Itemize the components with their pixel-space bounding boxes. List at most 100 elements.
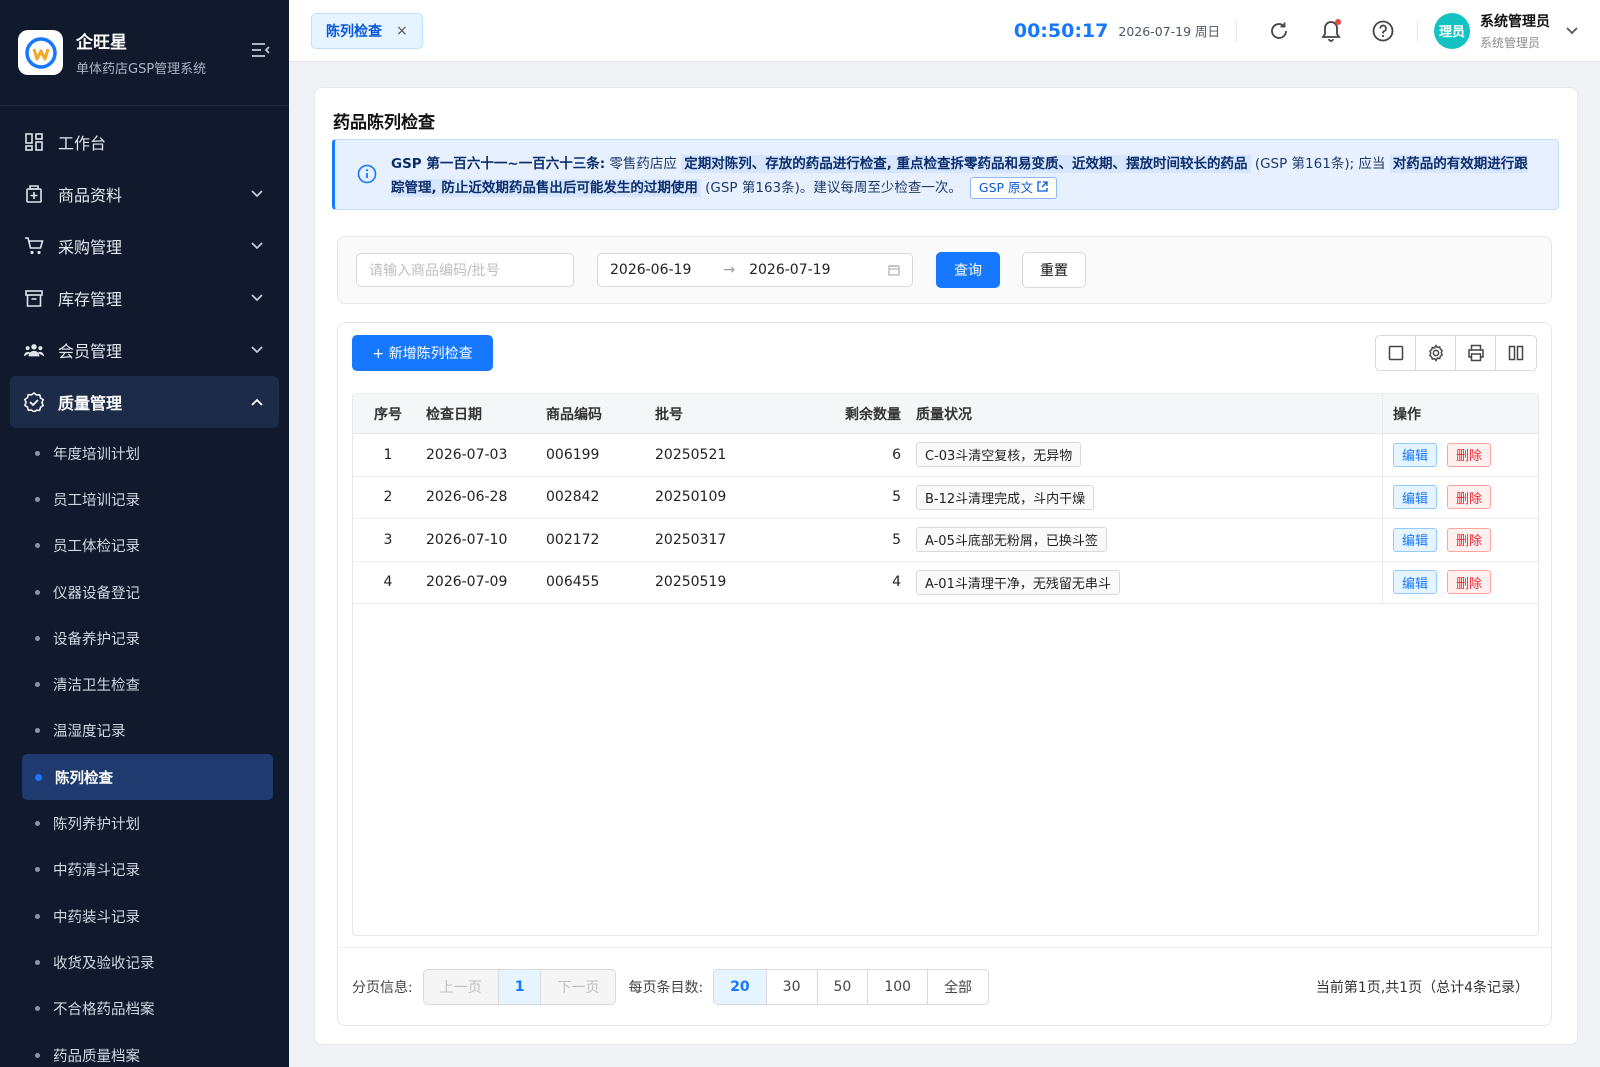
page-size-option[interactable]: 100: [868, 969, 929, 1004]
cell-qty: 6: [892, 446, 901, 463]
submenu-item[interactable]: 中药清斗记录: [0, 847, 289, 893]
bell-icon[interactable]: [1314, 14, 1348, 48]
status-tag: A-05斗底部无粉屑，已换斗签: [916, 527, 1107, 553]
filter-bar: 请输入商品编码/批号 2026-06-19 → 2026-07-19 查询 重置: [337, 236, 1552, 304]
brand-name: 企旺星: [76, 33, 127, 53]
columns-icon[interactable]: [1496, 336, 1536, 370]
submenu-item[interactable]: 设备养护记录: [0, 615, 289, 661]
sidebar-item-label: 工作台: [58, 134, 107, 153]
close-icon[interactable]: ×: [396, 23, 408, 39]
gsp-source-link-label: GSP 原文: [978, 180, 1034, 195]
print-icon[interactable]: [1456, 336, 1496, 370]
date-start: 2026-06-19: [610, 262, 692, 278]
cell-qty: 5: [892, 531, 901, 548]
help-icon[interactable]: [1366, 14, 1400, 48]
cell-op: 编辑 删除: [1382, 476, 1538, 518]
submenu-item[interactable]: 年度培训计划: [0, 430, 289, 476]
submenu-item[interactable]: 不合格药品档案: [0, 986, 289, 1032]
submenu-item-label: 温湿度记录: [53, 724, 126, 741]
table-row[interactable]: 1 2026-07-03 006199 20250521 6 C-03斗清空复核…: [353, 434, 1538, 477]
page-size-label: 每页条目数:: [628, 979, 704, 996]
sidebar-item-members[interactable]: 会员管理: [0, 324, 289, 376]
table-row[interactable]: 3 2026-07-10 002172 20250317 5 A-05斗底部无粉…: [353, 519, 1538, 562]
submenu-item[interactable]: 收货及验收记录: [0, 939, 289, 985]
edit-button[interactable]: 编辑: [1393, 570, 1438, 595]
bullet-dot-icon: [35, 543, 40, 549]
date-range-picker[interactable]: 2026-06-19 → 2026-07-19: [597, 253, 913, 287]
search-input[interactable]: 请输入商品编码/批号: [356, 253, 574, 287]
header-status[interactable]: 质量状况: [916, 404, 972, 424]
submenu-item-label: 设备养护记录: [53, 631, 140, 648]
submenu-item[interactable]: 药品质量档案: [0, 1032, 289, 1067]
submenu-item-label: 员工培训记录: [53, 492, 140, 509]
current-date: 2026-07-19 周日: [1118, 24, 1220, 39]
page-size-option[interactable]: 全部: [928, 970, 988, 1004]
edit-button[interactable]: 编辑: [1393, 442, 1438, 467]
sidebar: 企旺星 单体药店GSP管理系统 工作台 商品资料 采购管理 库存管理 会员管理 …: [0, 0, 289, 1067]
menu-collapse-icon[interactable]: [251, 42, 271, 63]
avatar[interactable]: 理员: [1434, 12, 1470, 49]
reset-button[interactable]: 重置: [1022, 252, 1086, 288]
cell-date: 2026-06-28: [426, 489, 508, 506]
sidebar-item-products[interactable]: 商品资料: [0, 168, 289, 220]
submenu-item[interactable]: 员工培训记录: [0, 476, 289, 522]
chevron-down-icon[interactable]: [1566, 24, 1578, 38]
header-idx[interactable]: 序号: [373, 404, 403, 424]
submenu-item[interactable]: 仪器设备登记: [0, 569, 289, 615]
submenu-item-label: 中药清斗记录: [53, 863, 140, 880]
divider: [1417, 19, 1418, 42]
submenu-item[interactable]: 清洁卫生检查: [0, 661, 289, 707]
info-icon: [357, 164, 377, 192]
sidebar-item-dashboard[interactable]: 工作台: [0, 116, 289, 168]
cell-op: 编辑 删除: [1382, 434, 1538, 476]
submenu-item[interactable]: 温湿度记录: [0, 708, 289, 754]
header-batch[interactable]: 批号: [655, 404, 683, 424]
tab-display-check[interactable]: 陈列检查 ×: [311, 12, 423, 49]
sidebar-item-inventory[interactable]: 库存管理: [0, 272, 289, 324]
main-card: 药品陈列检查 GSP 第一百六十一~一百六十三条: 零售药店应 定期对陈列、存放…: [314, 87, 1578, 1045]
submenu-item[interactable]: 中药装斗记录: [0, 893, 289, 939]
submenu-item[interactable]: 员工体检记录: [0, 523, 289, 569]
edit-button[interactable]: 编辑: [1393, 527, 1438, 552]
settings-icon[interactable]: [1416, 336, 1456, 370]
delete-button[interactable]: 删除: [1447, 570, 1492, 595]
page-button-current[interactable]: 1: [498, 969, 542, 1004]
cell-qty: 4: [892, 574, 901, 591]
delete-button[interactable]: 删除: [1447, 485, 1492, 510]
sidebar-item-quality[interactable]: 质量管理: [10, 376, 279, 428]
prev-page-button[interactable]: 上一页: [423, 969, 499, 1004]
page-size-option[interactable]: 20: [714, 969, 767, 1004]
edit-button[interactable]: 编辑: [1393, 485, 1438, 510]
table-row[interactable]: 2 2026-06-28 002842 20250109 5 B-12斗清理完成…: [353, 476, 1538, 519]
header-op: 操作: [1382, 394, 1538, 433]
display-check-table: 序号 检查日期 商品编码 批号 剩余数量 质量状况 操作 1 2026-07-0…: [352, 393, 1539, 936]
table-row[interactable]: 4 2026-07-09 006455 20250519 4 A-01斗清理干净…: [353, 561, 1538, 604]
submenu-item[interactable]: 陈列养护计划: [0, 800, 289, 846]
submenu-item-display-check[interactable]: 陈列检查: [22, 754, 273, 801]
alert-lead: GSP 第一百六十一~一百六十三条:: [391, 156, 606, 172]
sidebar-item-purchase[interactable]: 采购管理: [0, 220, 289, 272]
refresh-icon[interactable]: [1262, 14, 1296, 48]
add-display-check-button[interactable]: + 新增陈列检查: [352, 335, 493, 371]
user-info[interactable]: 系统管理员 系统管理员: [1480, 11, 1550, 51]
submenu-item-label: 陈列检查: [55, 770, 113, 787]
page-size-option[interactable]: 30: [767, 969, 818, 1004]
gsp-info-alert: GSP 第一百六十一~一百六十三条: 零售药店应 定期对陈列、存放的药品进行检查…: [332, 139, 1559, 210]
next-page-button[interactable]: 下一页: [541, 969, 616, 1004]
sidebar-menu: 工作台 商品资料 采购管理 库存管理 会员管理 质量管理 年度培训计划 员工培训…: [0, 106, 289, 1067]
header-date[interactable]: 检查日期: [426, 404, 482, 424]
page-size-option[interactable]: 50: [818, 969, 869, 1004]
delete-button[interactable]: 删除: [1447, 527, 1492, 552]
gsp-source-link[interactable]: GSP 原文: [969, 177, 1058, 199]
brand-subtitle: 单体药店GSP管理系统: [76, 62, 207, 77]
cell-idx: 3: [383, 531, 393, 548]
query-button[interactable]: 查询: [936, 252, 1000, 288]
header-code[interactable]: 商品编码: [546, 404, 602, 424]
header-qty[interactable]: 剩余数量: [841, 404, 901, 424]
status-tag: A-01斗清理干净，无残留无串斗: [916, 569, 1120, 595]
fullscreen-icon[interactable]: [1376, 336, 1416, 370]
submenu-item-label: 仪器设备登记: [53, 585, 140, 602]
delete-button[interactable]: 删除: [1447, 442, 1492, 467]
bullet-dot-icon: [35, 496, 40, 502]
bullet-dot-icon: [35, 728, 40, 734]
